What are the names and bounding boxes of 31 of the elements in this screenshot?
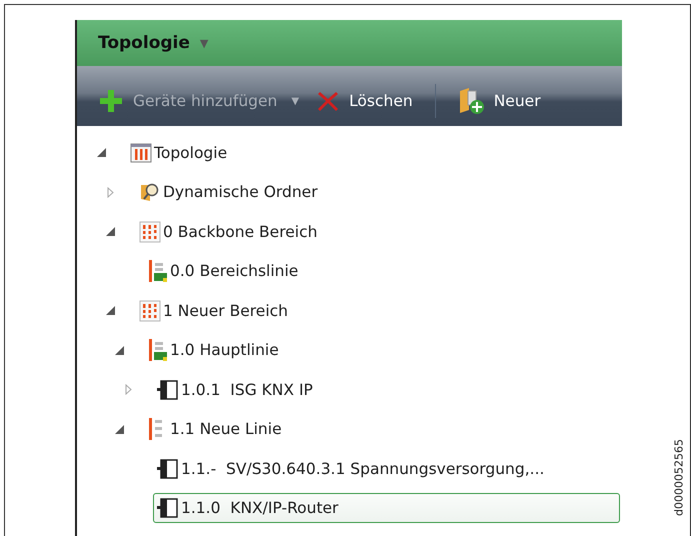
tree-item[interactable]: 1.0 Hauptlinie: [144, 335, 283, 366]
tree-item[interactable]: 1.1 Neue Linie: [144, 414, 286, 444]
device-icon: [157, 458, 179, 480]
expanded-arrow-icon[interactable]: [106, 227, 114, 236]
folder-add-icon: [458, 87, 484, 115]
tree-item[interactable]: 1.1.0 KNX/IP-Router: [153, 493, 620, 524]
tree-item[interactable]: Dynamische Ordner: [135, 177, 322, 208]
folder-search-icon: [139, 181, 161, 204]
expanded-arrow-icon[interactable]: [106, 306, 114, 316]
tree-item[interactable]: Topologie: [126, 138, 232, 168]
device-icon: [157, 378, 179, 401]
expanded-arrow-icon[interactable]: [114, 424, 124, 434]
new-button[interactable]: Neuer: [454, 87, 545, 115]
plus-icon: [99, 89, 123, 113]
line-icon: [148, 338, 168, 362]
expanded-arrow-icon[interactable]: [114, 346, 124, 355]
area-icon: [139, 300, 161, 322]
tree-item[interactable]: 1.0.1 ISG KNX IP: [153, 374, 317, 405]
tree-item[interactable]: 1.1.- SV/S30.640.3.1 Spannungsversorgung,...: [153, 454, 548, 484]
document-id: d0000052565: [672, 438, 686, 518]
device-icon: [157, 497, 179, 520]
expanded-arrow-icon[interactable]: [96, 148, 106, 158]
tree-item[interactable]: 1 Neuer Bereich: [135, 296, 292, 326]
tree-item[interactable]: 0 Backbone Bereich: [135, 216, 322, 247]
close-icon: [317, 90, 340, 112]
topology-icon: [130, 142, 152, 163]
area-icon: [139, 220, 161, 243]
panel-title: Topologie: [98, 33, 190, 53]
delete-button[interactable]: Löschen: [313, 90, 417, 112]
line-icon: [148, 259, 168, 284]
tree-item[interactable]: 0.0 Bereichslinie: [144, 256, 302, 286]
